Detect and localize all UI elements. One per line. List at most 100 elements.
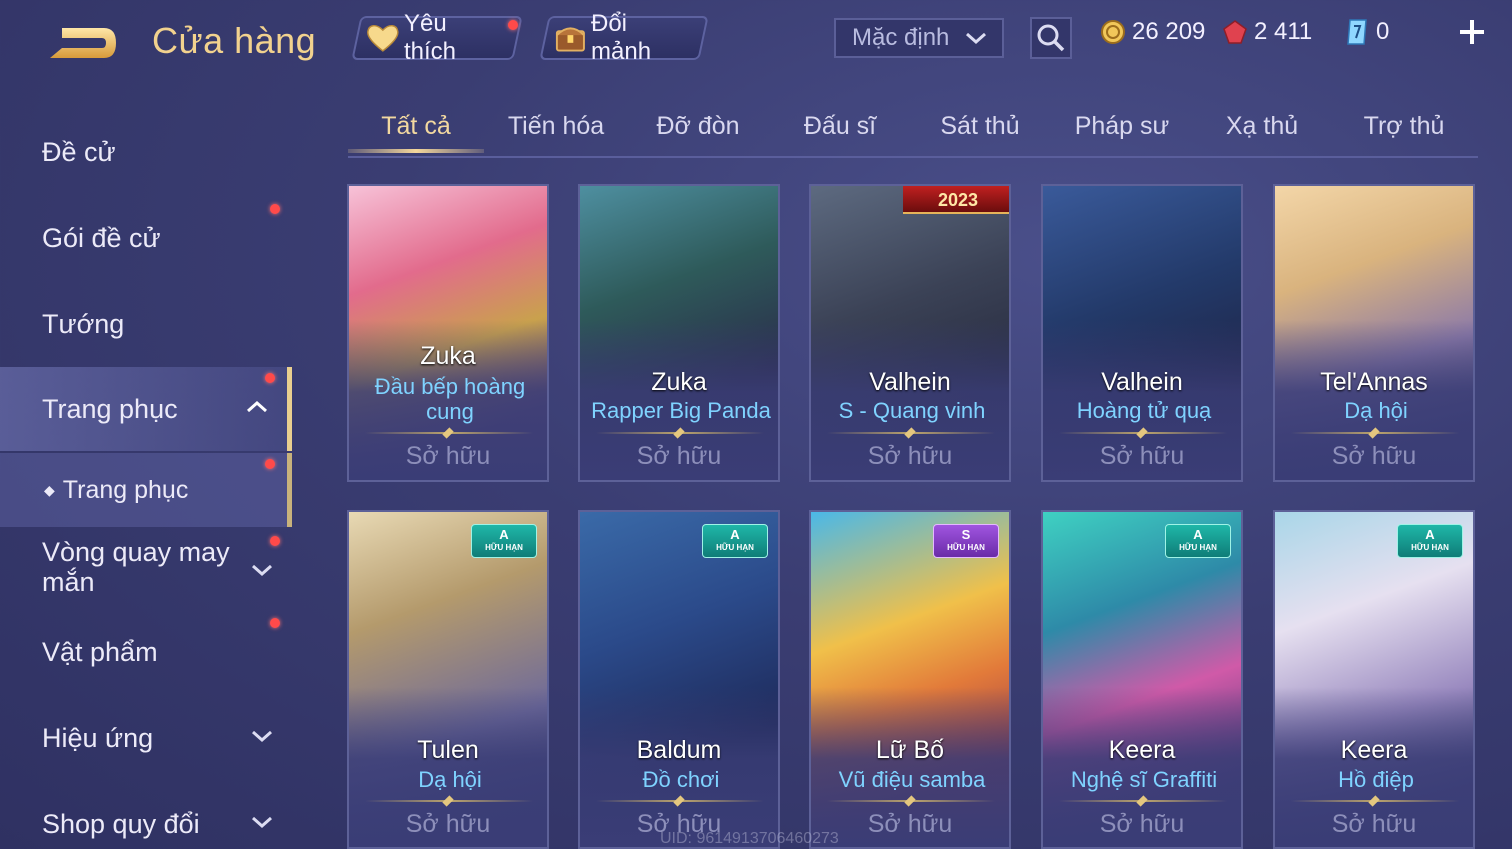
skin-card[interactable]: 2023 Valhein S - Quang vinh Sở hữu — [809, 184, 1011, 482]
voucher-currency: 0 — [1344, 18, 1389, 46]
skin-card[interactable]: Tel'Annas Dạ hội Sở hữu — [1273, 184, 1475, 482]
sidebar-item-effects[interactable]: Hiệu ứng — [0, 696, 292, 780]
limited-rank-badge: A HỮU HẠN — [471, 524, 537, 558]
tab-fighter[interactable]: Đấu sĩ — [772, 112, 908, 141]
hero-name: Lữ Bố — [875, 736, 945, 764]
badge-label: HỮU HẠN — [1179, 542, 1217, 552]
skin-name: Vũ điệu samba — [838, 767, 986, 792]
sidebar-item-label: Vòng quay may mắn — [42, 537, 230, 597]
tab-tank[interactable]: Đỡ đòn — [630, 112, 766, 141]
add-currency-button[interactable] — [1454, 16, 1490, 56]
tab-assassin[interactable]: Sát thủ — [912, 112, 1048, 141]
skin-card[interactable]: A HỮU HẠN Tulen Dạ hội Sở hữu — [347, 510, 549, 849]
sidebar-item-label: Đề cử — [42, 136, 116, 167]
hero-name: Zuka — [651, 368, 707, 396]
favorites-button[interactable]: Yêu thích — [351, 10, 523, 65]
owned-status: Sở hữu — [1331, 810, 1417, 838]
heart-icon — [367, 25, 399, 52]
tab-marksman[interactable]: Xạ thủ — [1194, 112, 1330, 141]
category-sidebar: Đề cử Gói đề cử Tướng Trang phục ◆ Trang… — [0, 100, 300, 849]
card-divider — [365, 800, 533, 802]
owned-status: Sở hữu — [405, 810, 491, 838]
tab-support[interactable]: Trợ thủ — [1336, 112, 1472, 141]
skin-card[interactable]: Zuka Đầu bếp hoàng cung Sở hữu — [347, 184, 549, 482]
chevron-up-icon — [247, 400, 267, 413]
skin-name: Đầu bếp hoàng cung — [374, 374, 526, 424]
tab-label: Đấu sĩ — [803, 112, 877, 140]
sort-dropdown[interactable]: Mặc định — [834, 18, 1004, 58]
red-gem-icon — [1223, 20, 1247, 44]
skin-card[interactable]: A HỮU HẠN Keera Hồ điệp Sở hữu — [1273, 510, 1475, 849]
hero-name: Keera — [1108, 736, 1176, 764]
notification-dot — [265, 373, 275, 383]
sidebar-item-skins[interactable]: Trang phục — [0, 367, 292, 451]
badge-tier: A — [499, 526, 509, 542]
skin-name: Rapper Big Panda — [591, 398, 771, 423]
notification-dot — [270, 618, 280, 628]
top-bar: Cửa hàng Yêu thích Đổi mảnh Mặc định 26 … — [0, 0, 1512, 80]
role-filter-tabs: Tất cả Tiến hóa Đỡ đòn Đấu sĩ Sát thủ Ph… — [348, 104, 1478, 158]
blue-voucher-icon — [1347, 19, 1367, 45]
skin-name: Hồ điệp — [1338, 767, 1414, 792]
tab-mage[interactable]: Pháp sư — [1054, 112, 1190, 141]
owned-status: Sở hữu — [405, 442, 491, 470]
owned-status: Sở hữu — [1331, 442, 1417, 470]
skin-card[interactable]: A HỮU HẠN Keera Nghệ sĩ Graffiti Sở hữu — [1041, 510, 1243, 849]
sidebar-item-exchange-shop[interactable]: Shop quy đổi — [0, 782, 292, 849]
hero-name: Baldum — [636, 736, 722, 764]
hero-name: Tel'Annas — [1320, 368, 1428, 396]
sidebar-item-recommended[interactable]: Đề cử — [0, 110, 292, 194]
sidebar-item-label: Shop quy đổi — [42, 808, 200, 839]
gem-amount: 2 411 — [1254, 18, 1313, 45]
skin-card[interactable]: Zuka Rapper Big Panda Sở hữu — [578, 184, 780, 482]
chevron-down-icon — [252, 730, 272, 743]
exchange-shards-label: Đổi mảnh — [590, 10, 651, 65]
hero-name: Tulen — [417, 736, 479, 764]
owned-status: Sở hữu — [867, 810, 953, 838]
skin-card[interactable]: A HỮU HẠN Baldum Đồ chơi Sở hữu — [578, 510, 780, 849]
sidebar-item-label: Vật phẩm — [42, 636, 158, 667]
badge-tier: A — [1193, 526, 1203, 542]
hero-name: Keera — [1340, 736, 1408, 764]
badge-label: HỮU HẠN — [947, 542, 985, 552]
skin-card[interactable]: S HỮU HẠN Lữ Bố Vũ điệu samba Sở hữu — [809, 510, 1011, 849]
sidebar-item-recommended-packs[interactable]: Gói đề cử — [0, 196, 292, 280]
owned-status: Sở hữu — [636, 442, 722, 470]
hero-name: Zuka — [420, 342, 476, 370]
sidebar-subitem-skins[interactable]: ◆ Trang phục — [0, 453, 292, 527]
card-divider — [365, 432, 533, 434]
tab-label: Tiến hóa — [507, 112, 605, 140]
tab-label: Sát thủ — [940, 112, 1020, 140]
card-divider — [1059, 800, 1227, 802]
favorites-notification-dot — [508, 20, 518, 30]
skin-name: Dạ hội — [1344, 398, 1408, 423]
limited-rank-badge: A HỮU HẠN — [1165, 524, 1231, 558]
sidebar-item-items[interactable]: Vật phẩm — [0, 610, 292, 694]
back-button[interactable] — [42, 20, 120, 66]
limited-rank-badge: A HỮU HẠN — [1397, 524, 1463, 558]
sidebar-item-label: Trang phục — [62, 475, 189, 504]
sidebar-item-lucky-wheel[interactable]: Vòng quay may mắn — [0, 530, 292, 604]
badge-label: HỮU HẠN — [1411, 542, 1449, 552]
hero-name: Valhein — [1101, 368, 1183, 396]
skin-name: Hoàng tử quạ — [1076, 398, 1212, 423]
notification-dot — [270, 536, 280, 546]
skin-name: S - Quang vinh — [838, 398, 986, 423]
badge-tier: A — [1425, 526, 1435, 542]
exchange-shards-button[interactable]: Đổi mảnh — [539, 10, 709, 65]
tab-all[interactable]: Tất cả — [348, 112, 484, 153]
page-title: Cửa hàng — [152, 20, 317, 61]
skin-card[interactable]: Valhein Hoàng tử quạ Sở hữu — [1041, 184, 1243, 482]
sidebar-item-heroes[interactable]: Tướng — [0, 282, 292, 366]
badge-label: HỮU HẠN — [716, 542, 754, 552]
gold-coin-icon — [1101, 20, 1125, 44]
event-banner: 2023 — [903, 186, 1009, 214]
search-icon — [1037, 24, 1065, 52]
badge-tier: S — [961, 526, 971, 542]
tab-evolution[interactable]: Tiến hóa — [488, 112, 624, 141]
notification-dot — [265, 459, 275, 469]
search-button[interactable] — [1030, 17, 1072, 59]
card-divider — [1291, 800, 1459, 802]
gold-currency: 26 209 — [1100, 18, 1205, 46]
chevron-down-icon — [252, 564, 272, 577]
